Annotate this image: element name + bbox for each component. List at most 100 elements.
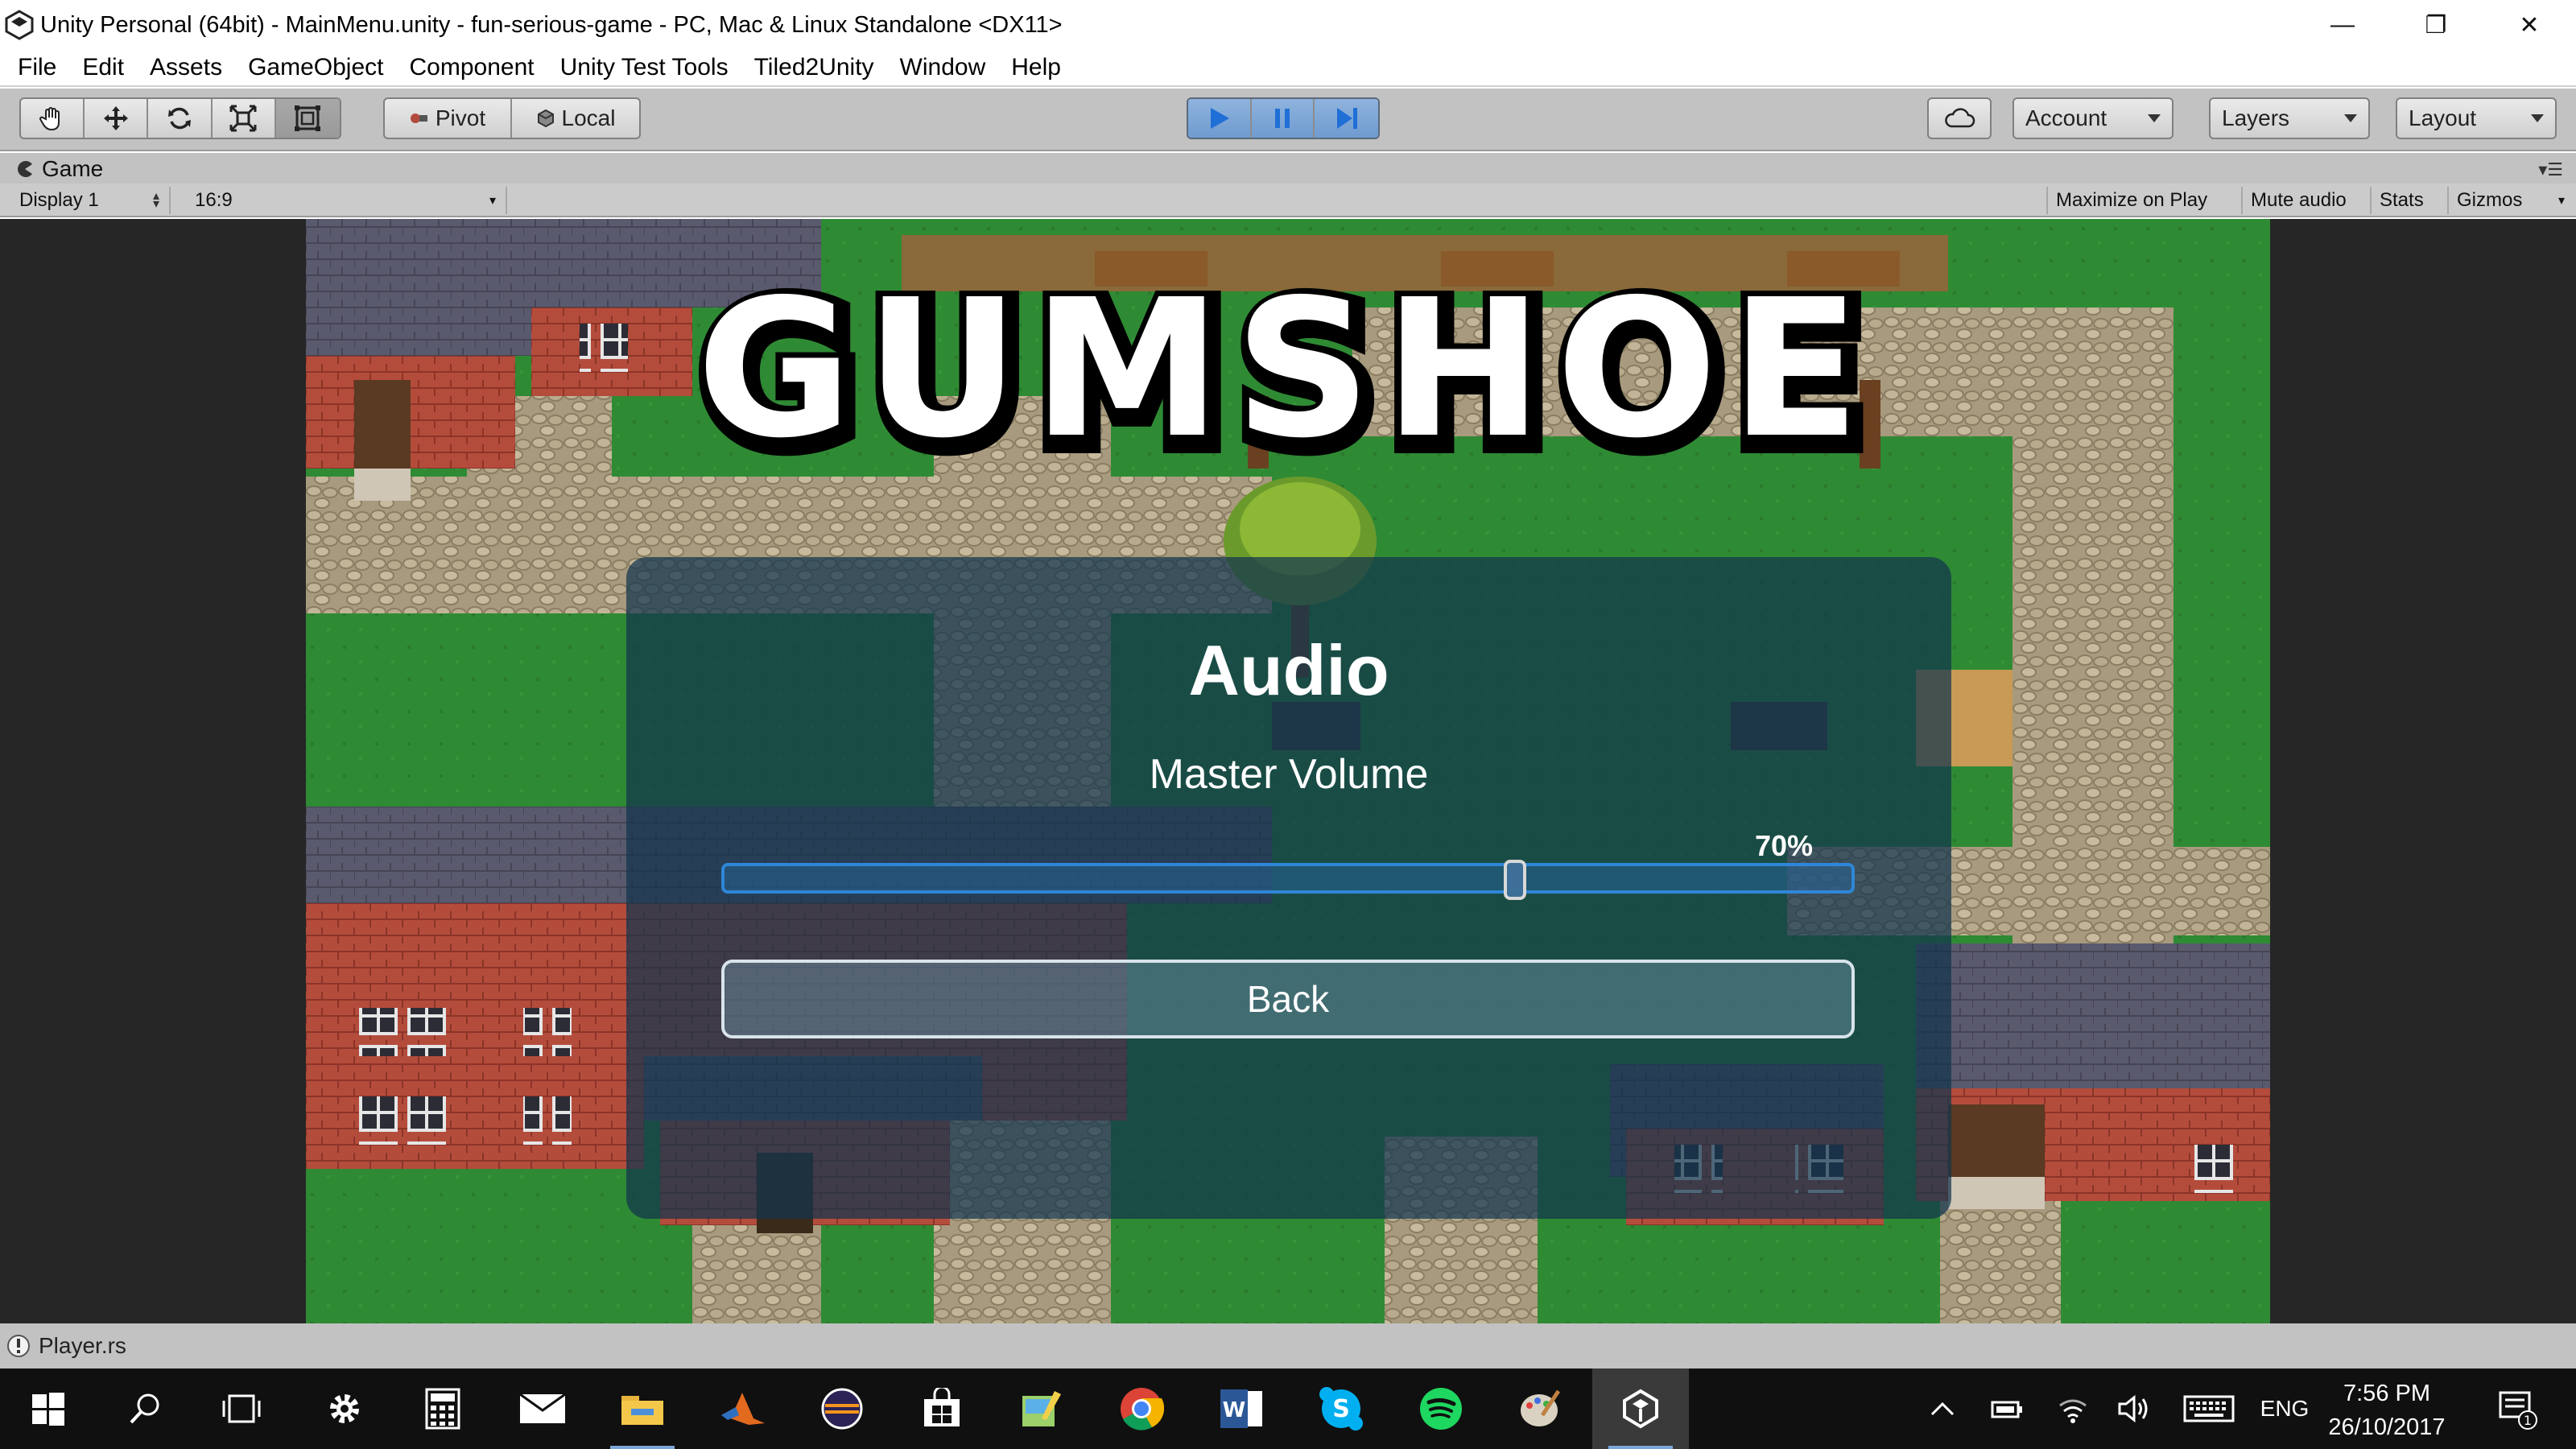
chrome-app[interactable] [1093, 1368, 1190, 1449]
step-icon [1336, 108, 1357, 129]
matlab-app[interactable] [694, 1368, 791, 1449]
play-button[interactable] [1188, 99, 1252, 138]
menu-gameobject[interactable]: GameObject [235, 49, 396, 86]
keyboard-tray[interactable] [2178, 1368, 2240, 1449]
paint-palette-app[interactable] [1492, 1368, 1589, 1449]
show-hidden-icons[interactable] [1919, 1368, 1966, 1449]
toolbar: Pivot Local Account Layers Layout [0, 89, 2576, 151]
play-icon [1211, 108, 1230, 129]
move-icon [103, 106, 128, 130]
chevron-down-icon: ▾ [2557, 194, 2565, 208]
settings-app[interactable] [296, 1368, 393, 1449]
word-app[interactable]: W [1193, 1368, 1290, 1449]
skype-app[interactable]: S [1293, 1368, 1389, 1449]
play-controls [1187, 97, 1380, 139]
wifi-icon [2059, 1399, 2087, 1423]
move-tool-button[interactable] [85, 99, 149, 138]
stats-toggle[interactable]: Stats [2370, 187, 2432, 214]
layers-label: Layers [2222, 105, 2290, 130]
speaker-icon [2118, 1394, 2148, 1423]
unity-icon [1623, 1389, 1658, 1429]
tab-game[interactable]: Game [16, 156, 103, 182]
file-explorer-app[interactable] [594, 1368, 691, 1449]
paint-icon [1022, 1391, 1061, 1426]
unity-logo-icon [5, 10, 34, 40]
volume-slider-handle[interactable] [1503, 860, 1526, 900]
network-tray[interactable] [2050, 1368, 2096, 1449]
start-button[interactable] [0, 1368, 97, 1449]
layout-dropdown[interactable]: Layout [2396, 97, 2557, 139]
game-tab-header: Game ▾☰ [0, 153, 2576, 184]
paint-palette-icon [1521, 1389, 1561, 1426]
menu-unity-test-tools[interactable]: Unity Test Tools [547, 49, 741, 86]
battery-tray[interactable] [1984, 1368, 2030, 1449]
local-label: Local [561, 105, 616, 130]
clock-time: 7:56 PM [2343, 1381, 2430, 1406]
aspect-label: 16:9 [195, 189, 233, 211]
battery-icon [1991, 1401, 2022, 1418]
language-indicator[interactable]: ENG [2254, 1368, 2315, 1449]
title-bar: Unity Personal (64bit) - MainMenu.unity … [0, 0, 2576, 50]
back-button[interactable]: Back [721, 960, 1855, 1038]
panel-menu-icon[interactable]: ▾☰ [2538, 159, 2563, 180]
unity-app[interactable] [1592, 1368, 1689, 1449]
eclipse-app[interactable] [794, 1368, 890, 1449]
chrome-icon [1121, 1388, 1164, 1430]
menu-bar: File Edit Assets GameObject Component Un… [0, 50, 2576, 87]
clock[interactable]: 7:56 PM 26/10/2017 [2318, 1377, 2455, 1444]
pause-button[interactable] [1251, 99, 1315, 138]
gizmos-dropdown[interactable]: Gizmos ▾ [2447, 187, 2573, 214]
cloud-button[interactable] [1927, 97, 1992, 139]
mute-audio-toggle[interactable]: Mute audio [2241, 187, 2355, 214]
gizmos-label: Gizmos [2457, 189, 2523, 211]
menu-help[interactable]: Help [998, 49, 1074, 86]
mail-app[interactable] [494, 1368, 591, 1449]
notification-count: 1 [2524, 1413, 2532, 1428]
chevron-down-icon: ▾ [489, 194, 496, 208]
game-view: GUMSHOE GUMSHOE Audio Master Volume 70% … [0, 219, 2576, 1323]
rotate-icon [168, 107, 191, 130]
display-dropdown[interactable]: Display 1 ▴ ▾ [10, 187, 171, 214]
pivot-icon [410, 114, 427, 123]
maximize-on-play-toggle[interactable]: Maximize on Play [2046, 187, 2215, 214]
action-center-button[interactable]: 1 [2476, 1368, 2557, 1449]
game-controls: Display 1 ▴ ▾ 16:9 ▾ Maximize on Play Mut… [0, 184, 2576, 217]
aspect-dropdown[interactable]: 16:9 ▾ [185, 187, 507, 214]
local-toggle[interactable]: Local [512, 99, 639, 138]
hand-tool-button[interactable] [21, 99, 85, 138]
menu-file[interactable]: File [5, 49, 69, 86]
volume-tray[interactable] [2111, 1368, 2157, 1449]
menu-window[interactable]: Window [887, 49, 999, 86]
calculator-icon [425, 1388, 460, 1430]
menu-edit[interactable]: Edit [69, 49, 137, 86]
menu-assets[interactable]: Assets [137, 49, 235, 86]
search-button[interactable] [97, 1368, 193, 1449]
scale-tool-button[interactable] [213, 99, 276, 138]
rect-tool-button[interactable] [275, 99, 340, 138]
layout-label: Layout [2409, 105, 2477, 130]
warning-icon [7, 1335, 30, 1357]
paint-app[interactable] [993, 1368, 1090, 1449]
close-button[interactable]: ✕ [2483, 0, 2576, 50]
spotify-app[interactable] [1393, 1368, 1489, 1449]
account-label: Account [2025, 105, 2107, 130]
pivot-toggle[interactable]: Pivot [385, 99, 513, 138]
rotate-tool-button[interactable] [148, 99, 213, 138]
audio-title: Audio [1188, 630, 1389, 710]
step-button[interactable] [1315, 99, 1378, 138]
master-volume-slider[interactable] [721, 863, 1855, 894]
menu-component[interactable]: Component [396, 49, 547, 86]
window-title: Unity Personal (64bit) - MainMenu.unity … [40, 11, 1063, 38]
minimize-button[interactable]: — [2296, 0, 2389, 50]
store-app[interactable] [894, 1368, 990, 1449]
eclipse-icon [821, 1388, 863, 1430]
display-label: Display 1 [19, 189, 99, 211]
task-view-button[interactable] [193, 1368, 290, 1449]
calculator-app[interactable] [394, 1368, 491, 1449]
account-dropdown[interactable]: Account [2013, 97, 2174, 139]
cloud-services[interactable] [1929, 99, 1990, 138]
keyboard-icon [2183, 1395, 2235, 1422]
menu-tiled2unity[interactable]: Tiled2Unity [741, 49, 887, 86]
restore-button[interactable]: ❐ [2389, 0, 2483, 50]
layers-dropdown[interactable]: Layers [2209, 97, 2370, 139]
